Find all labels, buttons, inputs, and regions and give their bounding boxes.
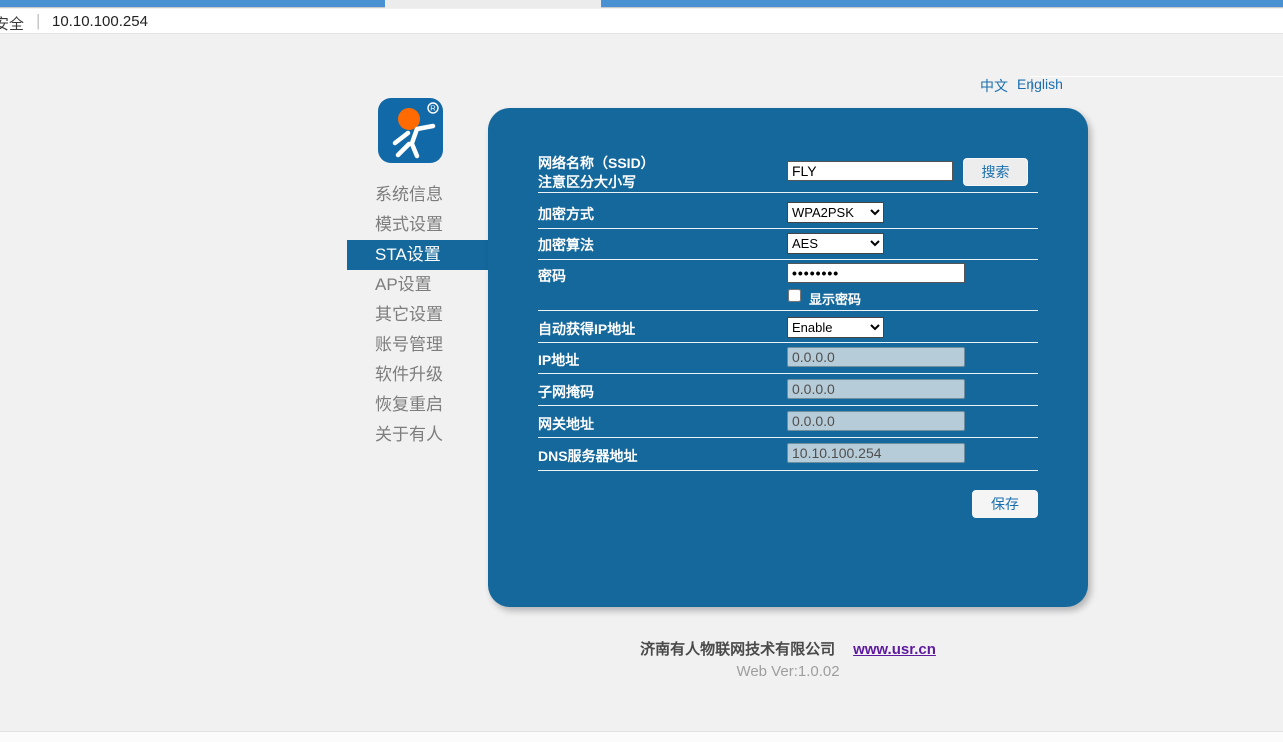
sidebar-item-restore-reboot[interactable]: 恢复重启 <box>347 390 488 420</box>
row-separator <box>538 437 1038 438</box>
language-switcher: 中文 | English <box>980 76 1063 96</box>
dhcp-label: 自动获得IP地址 <box>538 319 635 339</box>
lang-separator: | <box>1030 76 1283 77</box>
ip-address-label: IP地址 <box>538 350 579 370</box>
sidebar-item-account[interactable]: 账号管理 <box>347 330 488 360</box>
row-separator <box>538 405 1038 406</box>
security-label: 安全 <box>0 13 24 34</box>
encryption-mode-select[interactable]: WPA2PSK <box>787 202 884 223</box>
row-separator <box>538 192 1038 193</box>
row-separator <box>538 373 1038 374</box>
gateway-input <box>787 411 965 431</box>
lang-english-link[interactable]: English <box>1017 76 1063 96</box>
ssid-search-button[interactable]: 搜索 <box>963 158 1028 186</box>
logo-head-icon <box>398 108 420 130</box>
save-button[interactable]: 保存 <box>972 490 1038 518</box>
usr-website-link[interactable]: www.usr.cn <box>853 641 936 658</box>
row-separator <box>538 310 1038 311</box>
usr-logo: R <box>378 98 443 163</box>
encryption-algorithm-label: 加密算法 <box>538 235 594 255</box>
sidebar-menu: 系统信息 模式设置 STA设置 AP设置 其它设置 账号管理 软件升级 恢复重启… <box>347 180 488 450</box>
gateway-label: 网关地址 <box>538 414 594 434</box>
encryption-mode-label: 加密方式 <box>538 204 594 224</box>
subnet-mask-input <box>787 379 965 399</box>
row-separator <box>538 228 1038 229</box>
ssid-label-line1: 网络名称（SSID） <box>538 153 655 173</box>
dhcp-select[interactable]: Enable <box>787 317 884 338</box>
show-password-checkbox[interactable] <box>788 289 801 302</box>
web-version: Web Ver:1.0.02 <box>488 663 1088 680</box>
sidebar-item-other-settings[interactable]: 其它设置 <box>347 300 488 330</box>
show-password-label: 显示密码 <box>809 289 861 308</box>
address-divider: | <box>36 11 40 31</box>
company-name: 济南有人物联网技术有限公司 <box>640 641 835 658</box>
sta-settings-panel: 网络名称（SSID） 注意区分大小写 搜索 加密方式 WPA2PSK 加密算法 … <box>488 108 1088 607</box>
sidebar-item-ap-settings[interactable]: AP设置 <box>347 270 488 300</box>
sidebar-item-mode-settings[interactable]: 模式设置 <box>347 210 488 240</box>
page-footer: 济南有人物联网技术有限公司 www.usr.cn Web Ver:1.0.02 <box>488 638 1088 680</box>
page-bottom-strip <box>0 731 1283 742</box>
browser-tab-gap <box>385 0 601 8</box>
dns-input <box>787 443 965 463</box>
row-separator <box>538 342 1038 343</box>
subnet-mask-label: 子网掩码 <box>538 382 594 402</box>
row-separator <box>538 470 1038 471</box>
row-separator <box>538 259 1038 260</box>
lang-chinese-link[interactable]: 中文 <box>980 76 1008 96</box>
ip-address-input <box>787 347 965 367</box>
sidebar-item-about[interactable]: 关于有人 <box>347 420 488 450</box>
sidebar-item-sta-settings[interactable]: STA设置 <box>347 240 488 270</box>
password-label: 密码 <box>538 266 566 286</box>
svg-text:R: R <box>430 104 436 113</box>
page: 安全 | 10.10.100.254 中文 | English R 系统信息 模… <box>0 0 1283 742</box>
sidebar-item-system-info[interactable]: 系统信息 <box>347 180 488 210</box>
ssid-label-line2: 注意区分大小写 <box>538 172 636 192</box>
url-text[interactable]: 10.10.100.254 <box>52 13 148 30</box>
sidebar-item-firmware-upgrade[interactable]: 软件升级 <box>347 360 488 390</box>
dns-label: DNS服务器地址 <box>538 446 638 466</box>
password-input[interactable] <box>787 263 965 283</box>
ssid-input[interactable] <box>787 161 953 181</box>
browser-address-bar[interactable]: 安全 | 10.10.100.254 <box>0 9 1283 34</box>
browser-chrome-strip <box>0 0 1283 8</box>
encryption-algorithm-select[interactable]: AES <box>787 233 884 254</box>
